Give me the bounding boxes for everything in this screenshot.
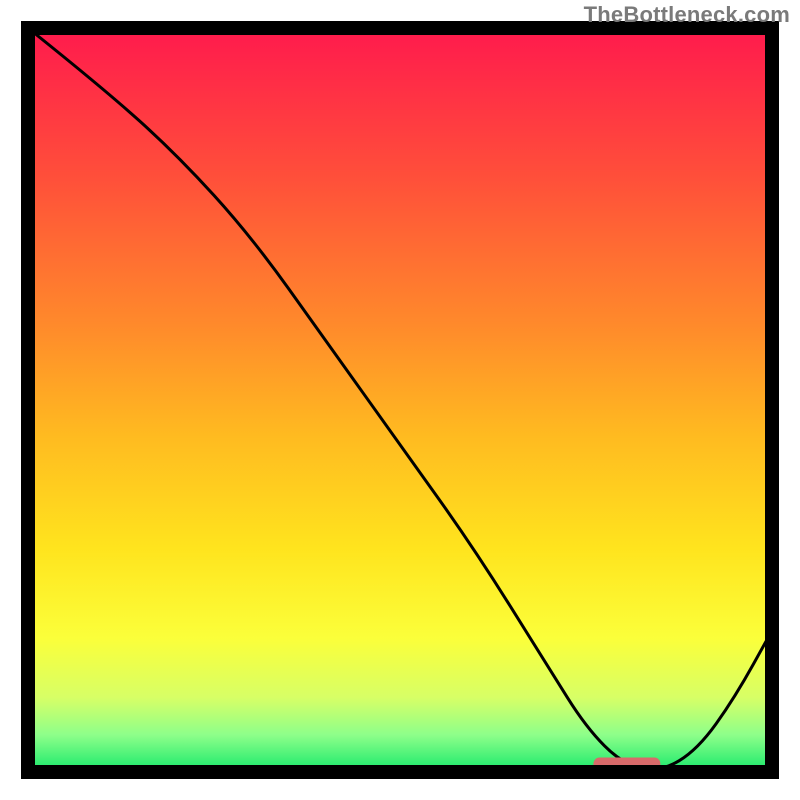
watermark-text: TheBottleneck.com (584, 2, 790, 28)
bottleneck-chart (0, 0, 800, 800)
plot-background (28, 28, 772, 772)
chart-stage: TheBottleneck.com (0, 0, 800, 800)
